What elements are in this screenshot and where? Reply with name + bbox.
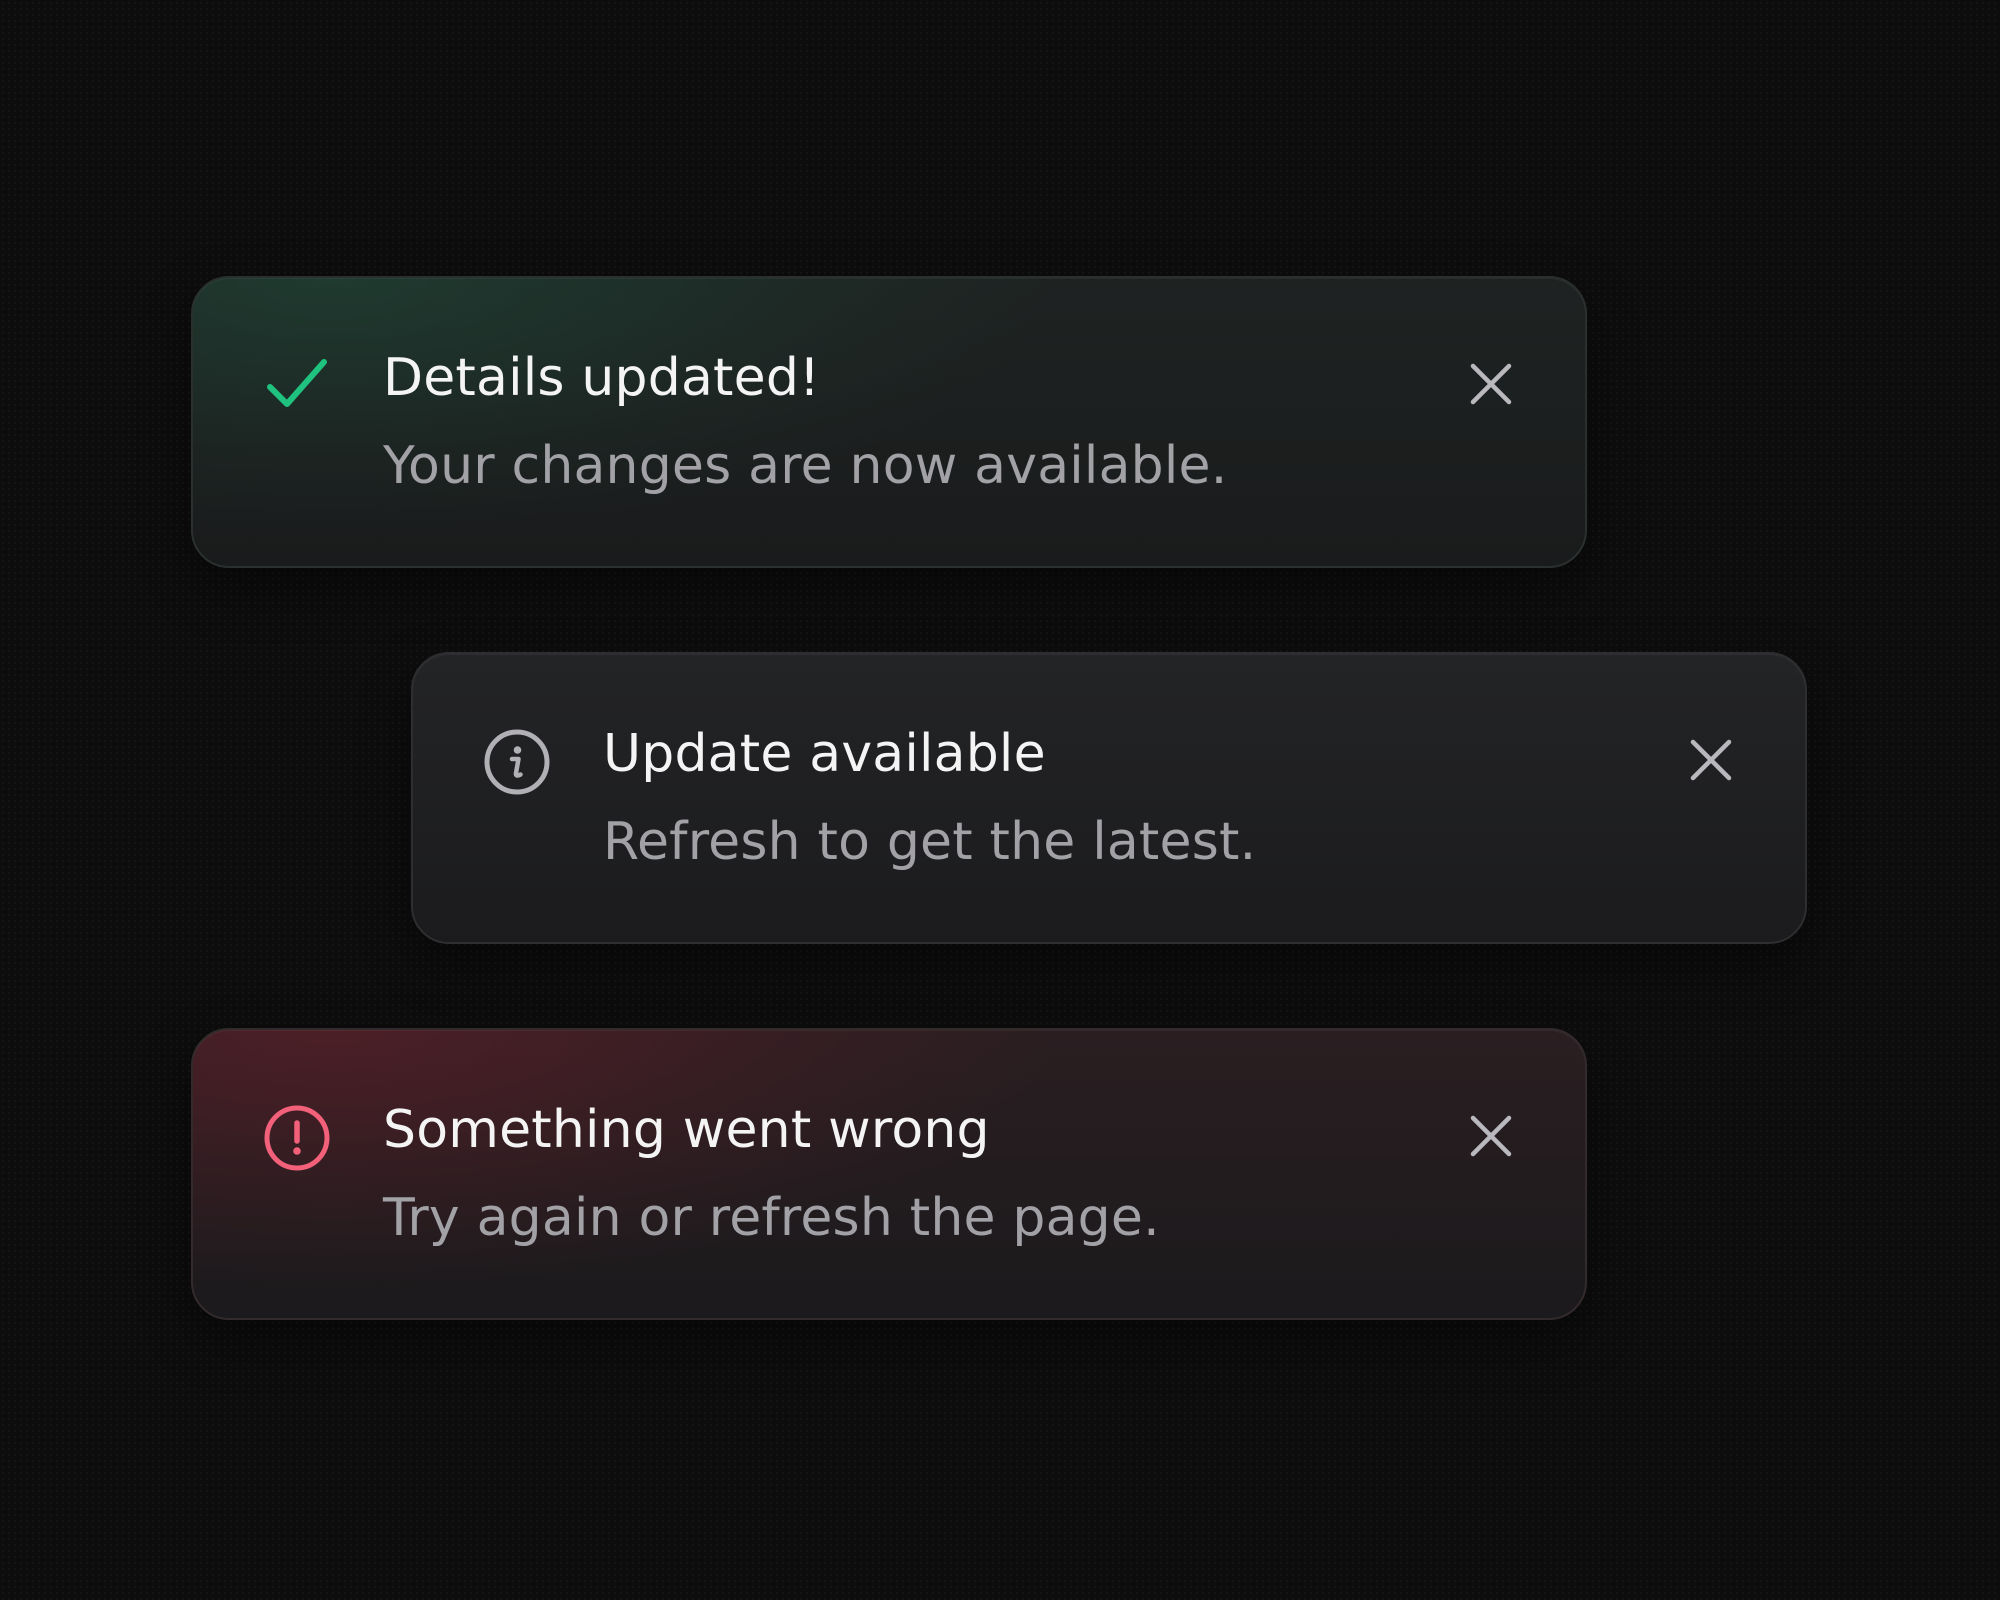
alert-circle-icon [261, 1102, 333, 1174]
close-button[interactable] [1459, 352, 1523, 416]
toast-title: Something went wrong [383, 1100, 990, 1160]
info-circle-icon [481, 726, 553, 798]
close-button[interactable] [1459, 1104, 1523, 1168]
toast-error: Something went wrong Try again or refres… [191, 1028, 1587, 1320]
toast-message: Try again or refresh the page. [383, 1188, 1160, 1248]
toast-info: Update available Refresh to get the late… [411, 652, 1807, 944]
toast-success: Details updated! Your changes are now av… [191, 276, 1587, 568]
toast-title: Details updated! [383, 348, 821, 408]
toast-title: Update available [603, 724, 1046, 784]
close-icon [1470, 1115, 1512, 1157]
close-button[interactable] [1679, 728, 1743, 792]
check-icon [261, 350, 333, 422]
toast-message: Your changes are now available. [383, 436, 1228, 496]
toast-message: Refresh to get the latest. [603, 812, 1257, 872]
close-icon [1690, 739, 1732, 781]
close-icon [1470, 363, 1512, 405]
